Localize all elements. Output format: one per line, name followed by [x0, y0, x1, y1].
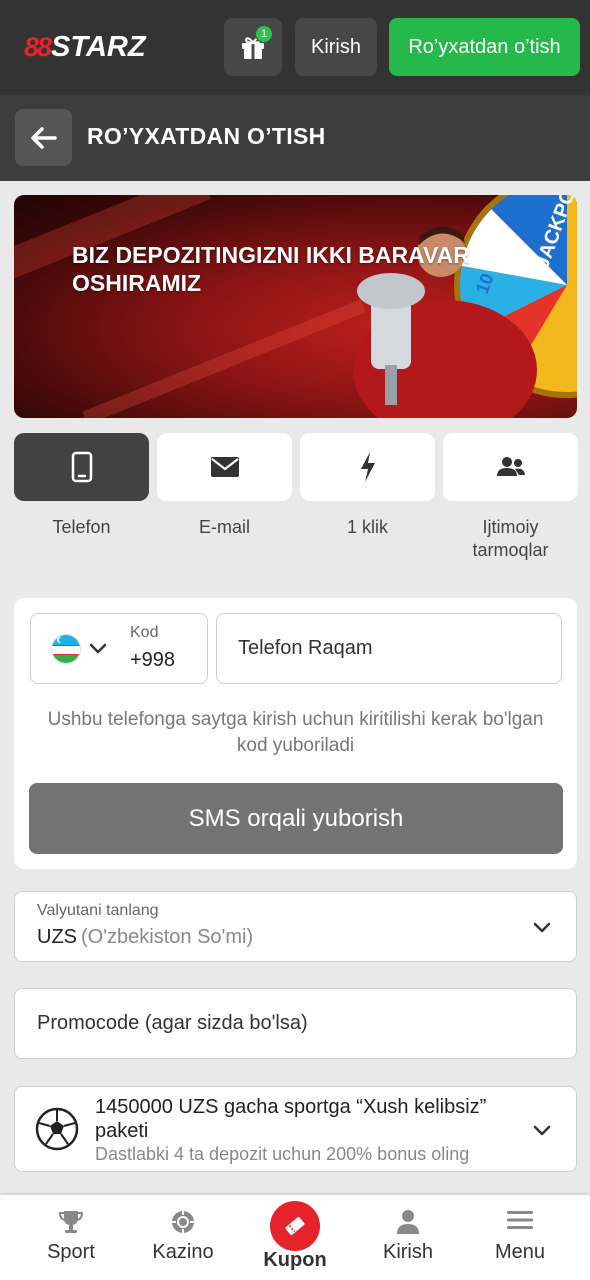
code-value: +998 — [130, 649, 176, 671]
menu-icon — [507, 1211, 533, 1229]
top-bar: 88 STARZ 1 Kirish Ro’yxatdan o’tish — [0, 0, 590, 95]
currency-select[interactable]: Valyutani tanlang UZS (O'zbekiston So'mi) — [14, 891, 577, 962]
nav-kirish[interactable]: Kirish — [353, 1195, 463, 1280]
bonus-select[interactable]: 1450000 UZS gacha sportga “Xush kelibsiz… — [14, 1086, 577, 1172]
nav-label-menu: Menu — [494, 1241, 546, 1263]
currency-name: (O'zbekiston So'mi) — [81, 926, 254, 948]
nav-sport[interactable]: Sport — [16, 1195, 126, 1280]
nav-kupon[interactable]: Kupon — [240, 1195, 350, 1280]
code-label: Kod — [130, 624, 159, 641]
bonus-title: 1450000 UZS gacha sportga “Xush kelibsiz… — [95, 1096, 487, 1142]
phone-number-input[interactable]: Telefon Raqam — [216, 613, 562, 684]
casino-chip-icon — [172, 1211, 194, 1233]
envelope-icon — [210, 457, 239, 477]
login-button[interactable]: Kirish — [295, 18, 377, 76]
tab-label-social: Ijtimoiy tarmoqlar — [472, 517, 549, 560]
logo-mark: 88 — [24, 31, 52, 62]
lightning-icon — [360, 452, 375, 482]
currency-code: UZS — [37, 926, 77, 948]
register-button[interactable]: Ro’yxatdan o’tish — [389, 18, 580, 76]
tab-one-click[interactable] — [300, 433, 435, 501]
soccer-ball-icon — [35, 1107, 79, 1151]
page-header: RO’YXATDAN O’TISH — [0, 95, 590, 181]
tab-social[interactable] — [443, 433, 578, 501]
phone-icon — [71, 451, 92, 483]
person-icon — [397, 1210, 419, 1234]
tab-label-one-click: 1 klik — [346, 517, 388, 537]
bonus-subtitle: Dastlabki 4 ta depozit uchun 200% bonus … — [95, 1144, 470, 1164]
kupon-badge — [270, 1201, 320, 1251]
users-icon — [496, 457, 525, 476]
chevron-down-icon — [533, 922, 551, 933]
banner-illustration: JACKPOT 10 — [353, 195, 577, 418]
currency-label: Valyutani tanlang — [37, 902, 159, 919]
send-sms-button[interactable]: SMS orqali yuborish — [29, 783, 563, 854]
banner-headline: BIZ DEPOZITINGIZNI IKKI BARAVAR OSHIRAMI… — [72, 242, 470, 296]
gift-button[interactable]: 1 — [224, 18, 282, 76]
nav-label-sport: Sport — [47, 1241, 95, 1263]
uzbekistan-flag-icon — [51, 634, 81, 664]
nav-label-kupon: Kupon — [263, 1249, 327, 1271]
tab-email[interactable] — [157, 433, 292, 501]
logo[interactable]: 88 STARZ — [24, 30, 146, 64]
tab-label-telefon: Telefon — [52, 517, 111, 537]
back-button[interactable] — [15, 109, 72, 166]
banner-streak — [82, 299, 366, 418]
currency-value: UZS (O'zbekiston So'mi) — [37, 926, 253, 949]
chevron-down-icon — [533, 1125, 551, 1136]
nav-menu[interactable]: Menu — [465, 1195, 575, 1280]
tab-label-email: E-mail — [198, 517, 250, 537]
logo-word: STARZ — [51, 30, 146, 63]
promo-banner[interactable]: JACKPOT 10 BIZ DEPOZITINGIZNI IKKI BARAV… — [14, 195, 577, 418]
tab-telefon[interactable] — [14, 433, 149, 501]
ticket-icon — [285, 1216, 305, 1236]
phone-registration-card: Kod +998 Telefon Raqam Ushbu telefonga s… — [14, 598, 577, 869]
nav-kazino[interactable]: Kazino — [128, 1195, 238, 1280]
bottom-navigation: Sport Kazino Kupon Kirish Menu — [0, 1195, 590, 1280]
gift-badge: 1 — [255, 25, 273, 43]
page-title: RO’YXATDAN O’TISH — [87, 123, 326, 149]
arrow-left-icon — [30, 126, 57, 149]
nav-label-kazino: Kazino — [152, 1241, 214, 1263]
chevron-down-icon — [89, 643, 107, 654]
country-code-select[interactable]: Kod +998 — [30, 613, 208, 684]
trophy-icon — [58, 1211, 84, 1233]
sms-hint-text: Ushbu telefonga saytga kirish uchun kiri… — [47, 709, 544, 756]
nav-label-kirish: Kirish — [382, 1241, 433, 1263]
promocode-input[interactable]: Promocode (agar sizda bo'lsa) — [14, 988, 577, 1059]
